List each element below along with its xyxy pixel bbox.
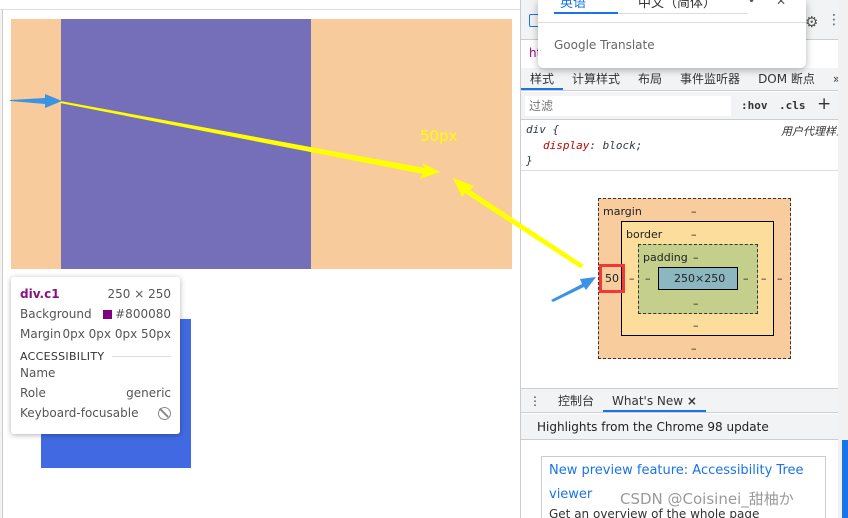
blue-pointer-arrow-top: [10, 94, 62, 108]
annotation-label: 50px: [420, 127, 458, 145]
blue-pointer-arrow-box: [551, 277, 596, 302]
yellow-arrow-right: [55, 100, 440, 179]
annotation-overlay: 50px: [10, 94, 596, 302]
yellow-arrow-left: [453, 178, 584, 268]
watermark: CSDN @Coisinei_甜柚か: [620, 490, 794, 508]
